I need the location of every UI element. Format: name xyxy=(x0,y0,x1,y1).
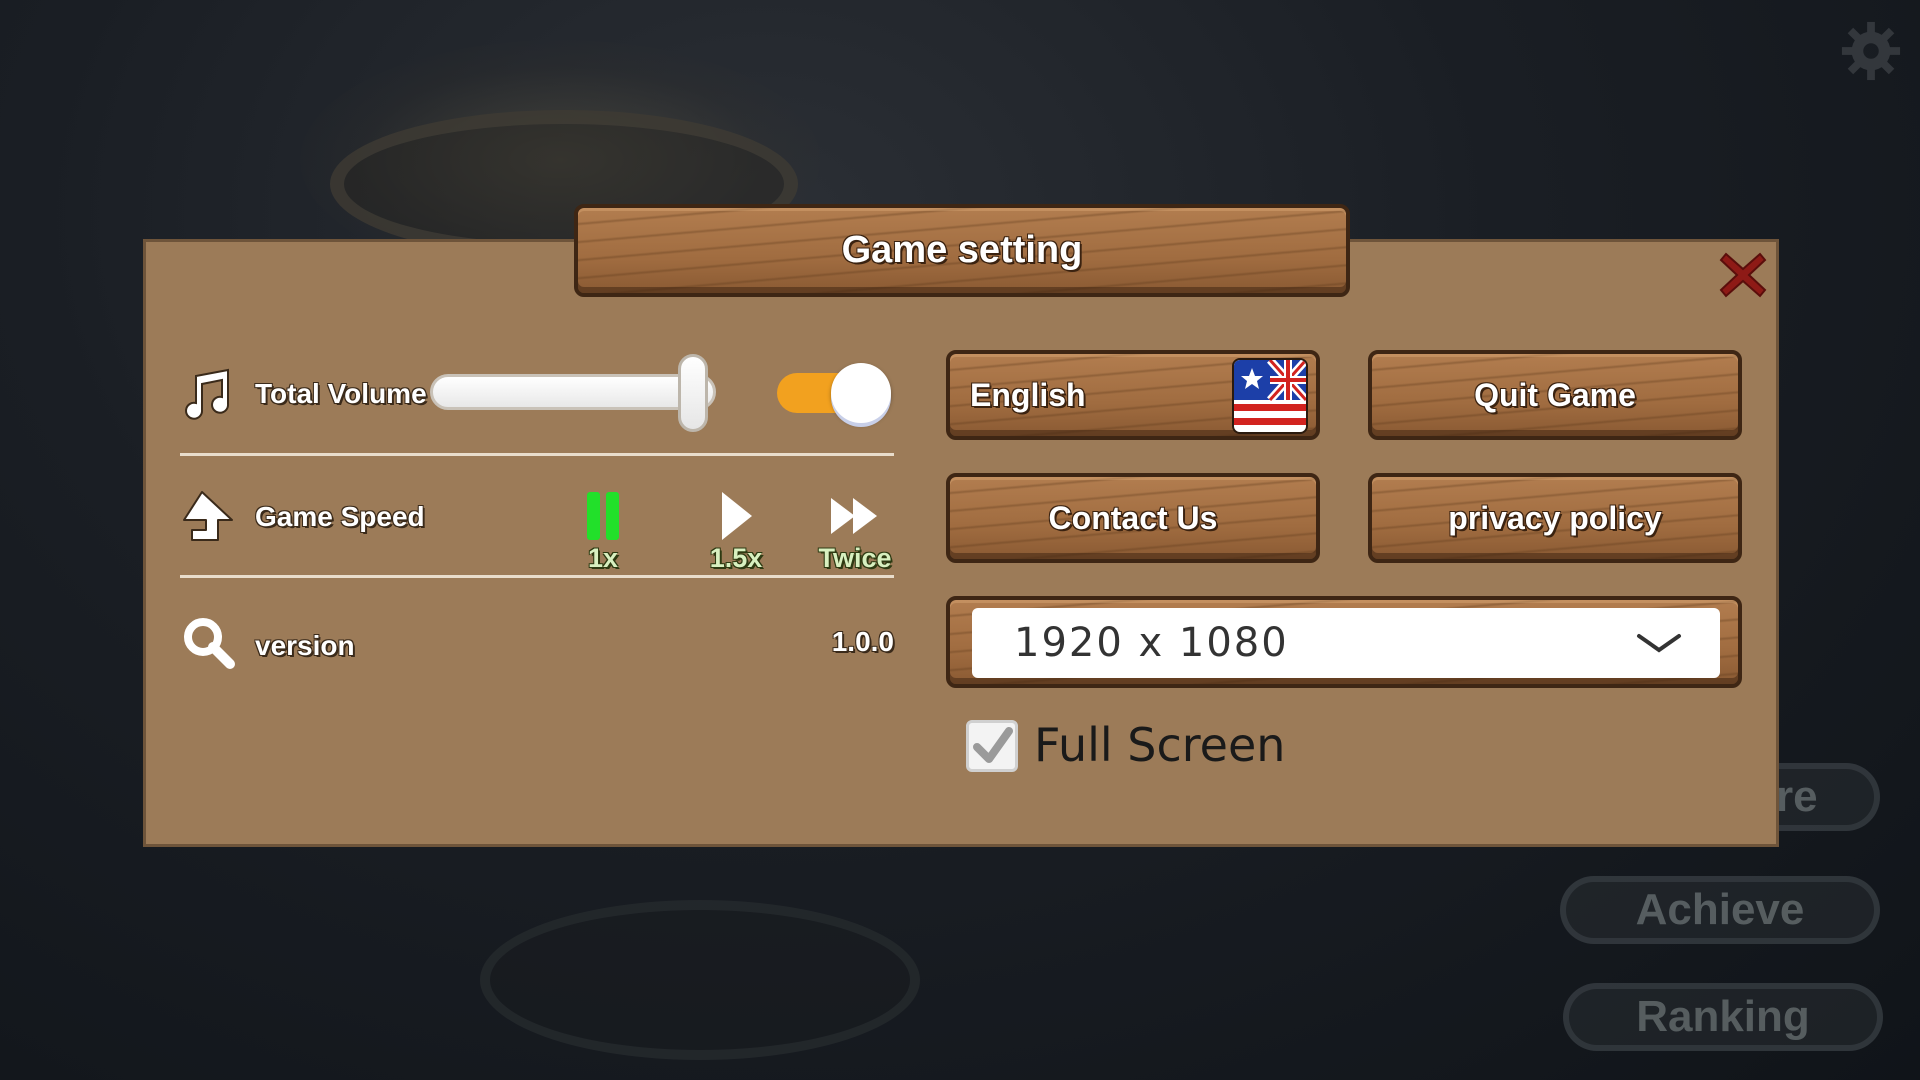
privacy-policy-label: privacy policy xyxy=(1448,499,1662,536)
pause-icon xyxy=(587,492,619,540)
quit-game-button[interactable]: Quit Game xyxy=(1368,350,1742,440)
dialog-title-plank: Game setting xyxy=(574,204,1350,297)
volume-toggle-knob xyxy=(831,363,891,423)
version-label: version xyxy=(255,630,355,661)
achieve-menu-button[interactable]: Achieve xyxy=(1560,876,1880,944)
contact-us-label: Contact Us xyxy=(1048,499,1218,536)
speed-option-label: Twice xyxy=(818,543,892,573)
quit-game-label: Quit Game xyxy=(1474,376,1636,413)
fullscreen-label: Full Screen xyxy=(1034,718,1286,772)
language-button[interactable]: English xyxy=(946,350,1320,440)
fullscreen-checkbox[interactable] xyxy=(966,720,1018,772)
speed-option-label: 1x xyxy=(587,543,619,573)
row-divider xyxy=(180,453,894,456)
speed-option-label: 1.5x xyxy=(709,543,763,573)
volume-label: Total Volume xyxy=(255,378,427,409)
dialog-title: Game setting xyxy=(841,229,1083,271)
privacy-policy-button[interactable]: privacy policy xyxy=(1368,473,1742,563)
play-icon xyxy=(722,492,752,540)
search-icon xyxy=(184,618,235,669)
resolution-value: 1920 x 1080 xyxy=(1014,620,1289,666)
checkmark-icon xyxy=(973,727,1013,763)
speed-option-twice[interactable]: Twice xyxy=(800,490,910,574)
settings-gear-icon[interactable] xyxy=(1840,20,1902,82)
speed-option-1-5x[interactable]: 1.5x xyxy=(681,490,791,574)
music-note-icon xyxy=(185,368,230,420)
close-icon[interactable] xyxy=(1718,250,1768,300)
volume-toggle[interactable] xyxy=(777,363,893,423)
volume-slider-thumb[interactable] xyxy=(678,354,709,432)
volume-slider-track[interactable] xyxy=(430,374,716,410)
background-table xyxy=(480,900,920,1060)
language-label: English xyxy=(970,376,1086,413)
uk-us-flag-icon xyxy=(1234,360,1306,432)
resolution-dropdown-frame: 1920 x 1080 xyxy=(946,596,1742,688)
speed-label: Game Speed xyxy=(255,501,425,532)
ranking-menu-button[interactable]: Ranking xyxy=(1563,983,1883,1051)
speed-arrow-icon xyxy=(183,491,233,541)
row-divider xyxy=(180,575,894,578)
chevron-down-icon xyxy=(1637,634,1681,653)
speed-option-1x[interactable]: 1x xyxy=(548,490,658,574)
contact-us-button[interactable]: Contact Us xyxy=(946,473,1320,563)
fast-forward-icon xyxy=(831,498,877,534)
resolution-dropdown[interactable]: 1920 x 1080 xyxy=(972,608,1720,678)
version-value: 1.0.0 xyxy=(831,626,894,657)
